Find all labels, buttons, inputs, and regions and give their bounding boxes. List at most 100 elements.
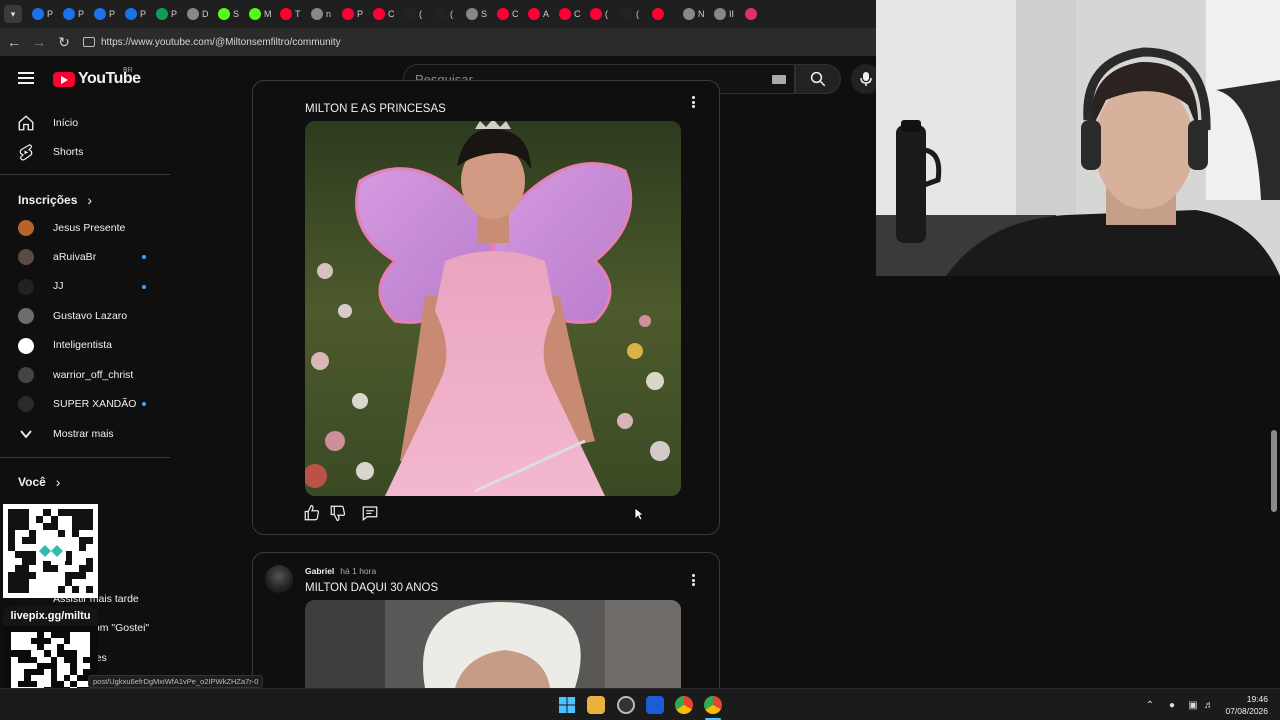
- file-explorer-icon[interactable]: [587, 696, 605, 714]
- globe-icon: [683, 8, 695, 20]
- chevron-down-icon: [17, 425, 35, 443]
- subscription-item[interactable]: aRuivaBr: [0, 242, 168, 271]
- browser-tab[interactable]: C: [495, 3, 526, 25]
- browser-tab[interactable]: II: [712, 3, 743, 25]
- browser-tab[interactable]: T: [278, 3, 309, 25]
- p-icon: [63, 8, 75, 20]
- thumbs-down-icon: [330, 505, 346, 522]
- chevron-up-icon[interactable]: ⌃: [1143, 698, 1157, 712]
- youtube-icon: [373, 8, 385, 20]
- volume-icon[interactable]: ♬: [1202, 698, 1216, 712]
- browser-tab[interactable]: (: [402, 3, 433, 25]
- subscription-item[interactable]: JJ: [0, 272, 168, 301]
- chrome-active-icon[interactable]: [704, 696, 722, 714]
- webcam-overlay: [876, 0, 1280, 276]
- windows-start-icon[interactable]: [558, 696, 576, 714]
- like-button[interactable]: [303, 504, 321, 522]
- network-icon[interactable]: ▣: [1186, 698, 1200, 712]
- subscription-name: warrior_off_christ: [53, 368, 134, 381]
- microphone-tray-icon[interactable]: ●: [1165, 698, 1179, 712]
- country-code: BR: [123, 67, 133, 74]
- search-icon: [810, 71, 826, 87]
- browser-tab[interactable]: P: [340, 3, 371, 25]
- subscription-item[interactable]: warrior_off_christ: [0, 360, 168, 389]
- avatar: [18, 367, 34, 383]
- back-button[interactable]: ←: [3, 31, 25, 53]
- subscription-item[interactable]: Jesus Presente: [0, 213, 168, 242]
- sidebar-item-label: Mostrar mais: [53, 427, 114, 440]
- browser-tab[interactable]: (: [619, 3, 650, 25]
- address-bar[interactable]: https://www.youtube.com/@Miltonsemfiltro…: [83, 31, 876, 53]
- microphone-icon: [860, 72, 872, 86]
- browser-tab[interactable]: S: [464, 3, 495, 25]
- dislike-button[interactable]: [329, 504, 347, 522]
- browser-tab[interactable]: C: [371, 3, 402, 25]
- browser-tab[interactable]: P: [30, 3, 61, 25]
- browser-tab[interactable]: D: [185, 3, 216, 25]
- pix-url-label: livepix.gg/miltu: [3, 606, 98, 626]
- browser-tab[interactable]: M: [247, 3, 278, 25]
- post-title: MILTON E AS PRINCESAS: [305, 103, 446, 115]
- post-menu-button[interactable]: [686, 573, 700, 587]
- reload-button[interactable]: ↻: [53, 31, 75, 53]
- tab-title: M: [264, 9, 272, 19]
- browser-tab[interactable]: S: [216, 3, 247, 25]
- chevron-right-icon: ›: [55, 474, 61, 490]
- home-icon: [17, 114, 35, 132]
- subscription-name: Jesus Presente: [53, 221, 126, 234]
- tab-title: P: [78, 9, 85, 19]
- post-author-line: Gabriel há 1 hora: [305, 566, 376, 576]
- post-author[interactable]: Gabriel: [305, 566, 334, 576]
- browser-tab[interactable]: N: [681, 3, 712, 25]
- scrollbar-thumb[interactable]: [1271, 430, 1277, 512]
- menu-icon[interactable]: [18, 72, 34, 84]
- subscription-item[interactable]: SUPER XANDÃO: [0, 389, 168, 418]
- avatar[interactable]: [265, 565, 293, 593]
- app-icon[interactable]: [646, 696, 664, 714]
- browser-tab[interactable]: (: [588, 3, 619, 25]
- tab-title: P: [140, 9, 147, 19]
- browser-tab[interactable]: P: [154, 3, 185, 25]
- browser-tab[interactable]: [743, 3, 774, 25]
- browser-tab[interactable]: P: [92, 3, 123, 25]
- show-more-button[interactable]: Mostrar mais: [0, 419, 168, 448]
- search-button[interactable]: [795, 64, 841, 94]
- comments-button[interactable]: [361, 504, 379, 522]
- post-image[interactable]: [305, 121, 681, 496]
- keyboard-icon[interactable]: [772, 75, 786, 84]
- obs-icon[interactable]: [617, 696, 635, 714]
- tab-title: (: [450, 9, 453, 19]
- tiktok-icon: [621, 8, 633, 20]
- sidebar-item-shorts[interactable]: Shorts: [0, 137, 168, 166]
- subscriptions-heading[interactable]: Inscrições ›: [18, 192, 92, 208]
- subscription-item[interactable]: Gustavo Lazaro: [0, 301, 168, 330]
- tab-title: C: [574, 9, 581, 19]
- instagram-icon: [745, 8, 757, 20]
- chrome-icon[interactable]: [675, 696, 693, 714]
- browser-tab[interactable]: P: [123, 3, 154, 25]
- site-info-icon[interactable]: [83, 37, 95, 47]
- browser-tab[interactable]: C: [557, 3, 588, 25]
- tab-search-button[interactable]: ▾: [4, 5, 22, 23]
- system-clock[interactable]: 19:46 07/08/2026: [1225, 693, 1268, 717]
- subscription-item[interactable]: Inteligentista: [0, 331, 168, 360]
- subscription-name: Gustavo Lazaro: [53, 309, 128, 322]
- post-time[interactable]: há 1 hora: [340, 566, 376, 576]
- chevron-right-icon: ›: [87, 192, 93, 208]
- post-actions: [303, 504, 379, 522]
- browser-tab[interactable]: [650, 3, 681, 25]
- post-menu-button[interactable]: [686, 95, 700, 109]
- globe-icon: [311, 8, 323, 20]
- browser-tab[interactable]: (: [433, 3, 464, 25]
- avatar: [18, 396, 34, 413]
- browser-tab[interactable]: n: [309, 3, 340, 25]
- forward-button[interactable]: →: [28, 31, 50, 53]
- avatar: [18, 337, 34, 354]
- browser-tab[interactable]: P: [61, 3, 92, 25]
- browser-tab[interactable]: A: [526, 3, 557, 25]
- tab-title: P: [47, 9, 54, 19]
- sidebar-item-home[interactable]: Início: [0, 108, 168, 137]
- you-heading[interactable]: Você ›: [18, 474, 60, 490]
- avatar: [18, 249, 34, 266]
- post-image[interactable]: [305, 600, 681, 688]
